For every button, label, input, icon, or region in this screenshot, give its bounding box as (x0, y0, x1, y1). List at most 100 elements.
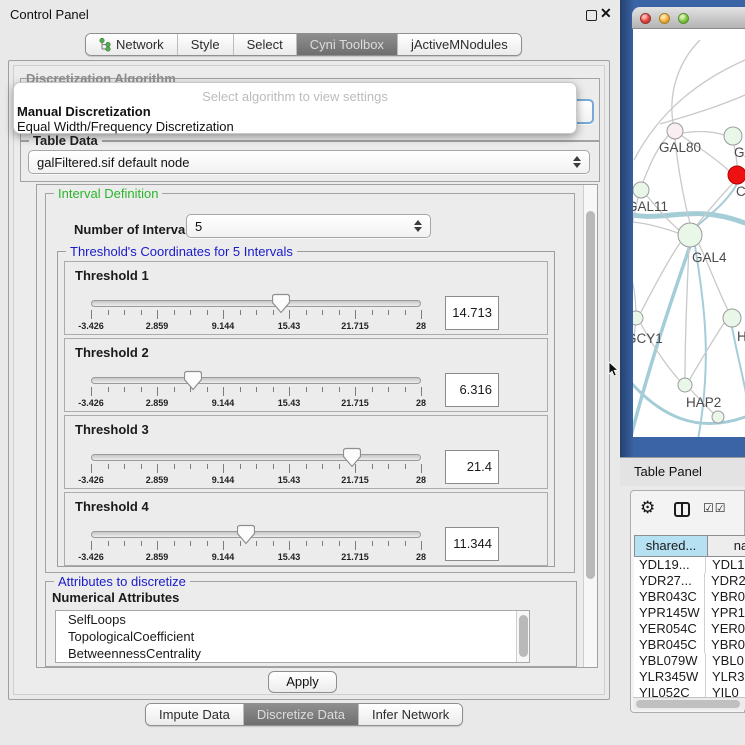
network-node-c[interactable] (728, 166, 745, 184)
table-hscrollbar-thumb[interactable] (636, 700, 740, 708)
threshold-slider-track[interactable] (91, 300, 421, 307)
network-node-h[interactable] (723, 309, 741, 327)
close-icon[interactable]: ✕ (600, 5, 612, 22)
table-row[interactable]: YBL079WYBL0 (634, 653, 745, 669)
mac-close-button[interactable] (640, 13, 651, 24)
network-edge[interactable] (672, 40, 700, 123)
threshold-label: Threshold 2 (75, 345, 149, 360)
table-data-combobox[interactable]: galFiltered.sif default node (28, 150, 590, 174)
cell-shared-name[interactable]: YBR043C (634, 589, 705, 605)
algorithm-option-manual-discretization[interactable]: Manual Discretization (17, 104, 573, 119)
cell-name[interactable]: YIL0 (706, 685, 745, 697)
gear-icon[interactable]: ⚙ (640, 498, 655, 518)
cell-shared-name[interactable]: YER054C (634, 621, 705, 637)
mac-minimize-button[interactable] (659, 13, 670, 24)
threshold-slider-thumb[interactable] (184, 370, 202, 391)
cell-name[interactable]: YDL1 (706, 557, 745, 573)
table-row[interactable]: YBR043CYBR0 (634, 589, 745, 605)
algorithm-option-equal-width-frequency-discretization[interactable]: Equal Width/Frequency Discretization (17, 119, 573, 134)
slider-tick (174, 310, 175, 315)
cell-name[interactable]: YLR3 (706, 669, 745, 685)
cell-shared-name[interactable]: YIL052C (634, 685, 706, 697)
table-row[interactable]: YPR145WYPR1 (634, 605, 745, 621)
network-edge[interactable] (641, 243, 680, 312)
attributes-scrollbar[interactable] (516, 611, 529, 662)
network-canvas[interactable]: GAL80GACGAL11GAL4GCY1HHAP2 (633, 29, 745, 437)
column-header-shared-[interactable]: shared... (634, 535, 708, 557)
attributes-scrollbar-thumb[interactable] (519, 615, 528, 657)
threshold-value-field[interactable]: 6.316 (445, 373, 499, 407)
threshold-value-field[interactable]: 21.4 (445, 450, 499, 484)
network-node-gcy1[interactable] (633, 311, 643, 325)
table-row[interactable]: YIL052CYIL0 (634, 685, 745, 697)
network-node-gal80[interactable] (667, 123, 683, 139)
settings-scrollbar[interactable] (583, 185, 597, 667)
tab-jactivemnodules[interactable]: jActiveMNodules (398, 34, 521, 55)
slider-tick (355, 310, 356, 319)
slider-tick (405, 541, 406, 546)
table-hscrollbar[interactable] (633, 697, 745, 710)
network-window-titlebar[interactable] (632, 7, 745, 29)
table-row[interactable]: YDL19...YDL1 (634, 557, 745, 573)
settings-scrollbar-thumb[interactable] (586, 211, 595, 579)
table-row[interactable]: YLR345WYLR3 (634, 669, 745, 685)
cell-name[interactable]: YBL0 (706, 653, 745, 669)
threshold-value-field[interactable]: 14.713 (445, 296, 499, 330)
network-node-gal11[interactable] (633, 182, 649, 198)
network-node-ga[interactable] (724, 127, 742, 145)
table-row[interactable]: YDR27...YDR2 (634, 573, 745, 589)
tab-discretize-data[interactable]: Discretize Data (244, 704, 359, 725)
slider-tick-label: 21.715 (341, 552, 369, 562)
network-edge[interactable] (695, 184, 737, 228)
mac-zoom-button[interactable] (678, 13, 689, 24)
tab-impute-data[interactable]: Impute Data (146, 704, 244, 725)
threshold-value-field[interactable]: 11.344 (445, 527, 499, 561)
attribute-item-betweennesscentrality[interactable]: BetweennessCentrality (56, 645, 529, 662)
network-edge[interactable] (683, 132, 724, 135)
number-of-intervals-combobox[interactable]: 5 (186, 214, 431, 238)
threshold-slider-track[interactable] (91, 531, 421, 538)
slider-tick (256, 310, 257, 315)
attribute-item-topologicalcoefficient[interactable]: TopologicalCoefficient (56, 628, 529, 645)
slider-tick-label: 28 (416, 552, 426, 562)
cell-shared-name[interactable]: YPR145W (634, 605, 705, 621)
cell-name[interactable]: YPR1 (705, 605, 745, 621)
cell-name[interactable]: YBR0 (705, 589, 745, 605)
network-node[interactable] (712, 411, 724, 423)
apply-button[interactable]: Apply (268, 671, 337, 693)
cell-name[interactable]: YDR2 (705, 573, 745, 589)
slider-tick-label: 9.144 (212, 321, 235, 331)
network-edge[interactable] (690, 323, 724, 379)
cell-shared-name[interactable]: YDR27... (634, 573, 705, 589)
tab-cyni-toolbox[interactable]: Cyni Toolbox (297, 34, 398, 55)
tab-network[interactable]: Network (86, 34, 178, 55)
network-node-hap2[interactable] (678, 378, 692, 392)
cell-shared-name[interactable]: YBL079W (634, 653, 706, 669)
network-edge[interactable] (685, 247, 689, 378)
select-columns-checkbox-icons[interactable]: ☑☑ (703, 501, 727, 515)
column-header-name[interactable]: name (708, 535, 745, 557)
cell-shared-name[interactable]: YBR045C (634, 637, 705, 653)
table-row[interactable]: YER054CYER0 (634, 621, 745, 637)
cell-shared-name[interactable]: YDL19... (634, 557, 706, 573)
threshold-slider-thumb[interactable] (343, 447, 361, 468)
threshold-slider-thumb[interactable] (237, 524, 255, 545)
tab-infer-network[interactable]: Infer Network (359, 704, 462, 725)
slider-tick (388, 310, 389, 315)
cell-shared-name[interactable]: YLR345W (634, 669, 706, 685)
tab-select[interactable]: Select (234, 34, 297, 55)
network-edge[interactable] (633, 250, 636, 370)
slider-tick (108, 310, 109, 315)
float-window-icon[interactable] (586, 10, 597, 21)
table-row[interactable]: YBR045CYBR0 (634, 637, 745, 653)
attribute-item-selfloops[interactable]: SelfLoops (56, 611, 529, 628)
threshold-slider-track[interactable] (91, 454, 421, 461)
cell-name[interactable]: YER0 (705, 621, 745, 637)
columns-icon[interactable] (674, 502, 690, 517)
cell-name[interactable]: YBR0 (705, 637, 745, 653)
network-node-gal4[interactable] (678, 223, 702, 247)
tab-style[interactable]: Style (178, 34, 234, 55)
threshold-slider-track[interactable] (91, 377, 421, 384)
threshold-slider-thumb[interactable] (272, 293, 290, 314)
slider-tick (306, 464, 307, 469)
